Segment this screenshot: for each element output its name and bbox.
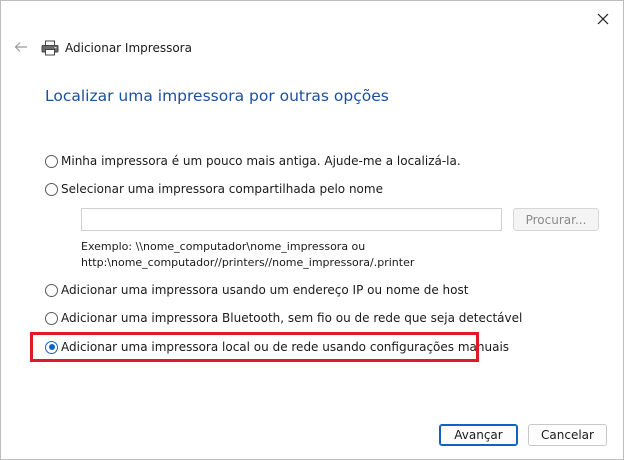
radio-ip-address[interactable] [45, 283, 58, 297]
radio-older-printer[interactable] [45, 154, 58, 168]
radio-bluetooth-wireless[interactable] [45, 311, 58, 325]
printer-icon [41, 40, 59, 56]
title-bar: Adicionar Impressora [41, 37, 192, 59]
option-ip-address[interactable]: Adicionar uma impressora usando um ender… [45, 281, 468, 299]
option-older-printer-label: Minha impressora é um pouco mais antiga.… [61, 154, 461, 168]
close-icon [597, 13, 609, 25]
option-ip-address-label: Adicionar uma impressora usando um ender… [61, 283, 469, 297]
shared-printer-name-input[interactable] [81, 208, 502, 231]
next-button[interactable]: Avançar [439, 424, 518, 446]
browse-button[interactable]: Procurar... [513, 208, 599, 231]
add-printer-dialog: Adicionar Impressora Localizar uma impre… [0, 0, 624, 460]
option-shared-by-name-label: Selecionar uma impressora compartilhada … [61, 182, 383, 196]
option-older-printer[interactable]: Minha impressora é um pouco mais antiga.… [45, 152, 461, 170]
radio-shared-by-name[interactable] [45, 182, 58, 196]
example-line-1: Exemplo: \\nome_computador\nome_impresso… [81, 240, 366, 253]
example-text: Exemplo: \\nome_computador\nome_impresso… [81, 239, 414, 271]
cancel-button[interactable]: Cancelar [528, 424, 607, 446]
close-button[interactable] [589, 7, 617, 31]
option-bluetooth-wireless[interactable]: Adicionar uma impressora Bluetooth, sem … [45, 309, 522, 327]
radio-local-manual[interactable] [45, 340, 58, 354]
back-button[interactable] [11, 37, 31, 57]
back-arrow-icon [14, 42, 27, 52]
option-shared-by-name[interactable]: Selecionar uma impressora compartilhada … [45, 180, 383, 198]
window-title: Adicionar Impressora [65, 41, 192, 55]
option-local-manual-label: Adicionar uma impressora local ou de red… [61, 340, 510, 354]
page-heading: Localizar uma impressora por outras opçõ… [45, 87, 389, 105]
example-line-2: http:\nome_computador//printers//nome_im… [81, 256, 415, 269]
option-local-manual[interactable]: Adicionar uma impressora local ou de red… [45, 338, 509, 356]
option-bluetooth-wireless-label: Adicionar uma impressora Bluetooth, sem … [61, 311, 523, 325]
